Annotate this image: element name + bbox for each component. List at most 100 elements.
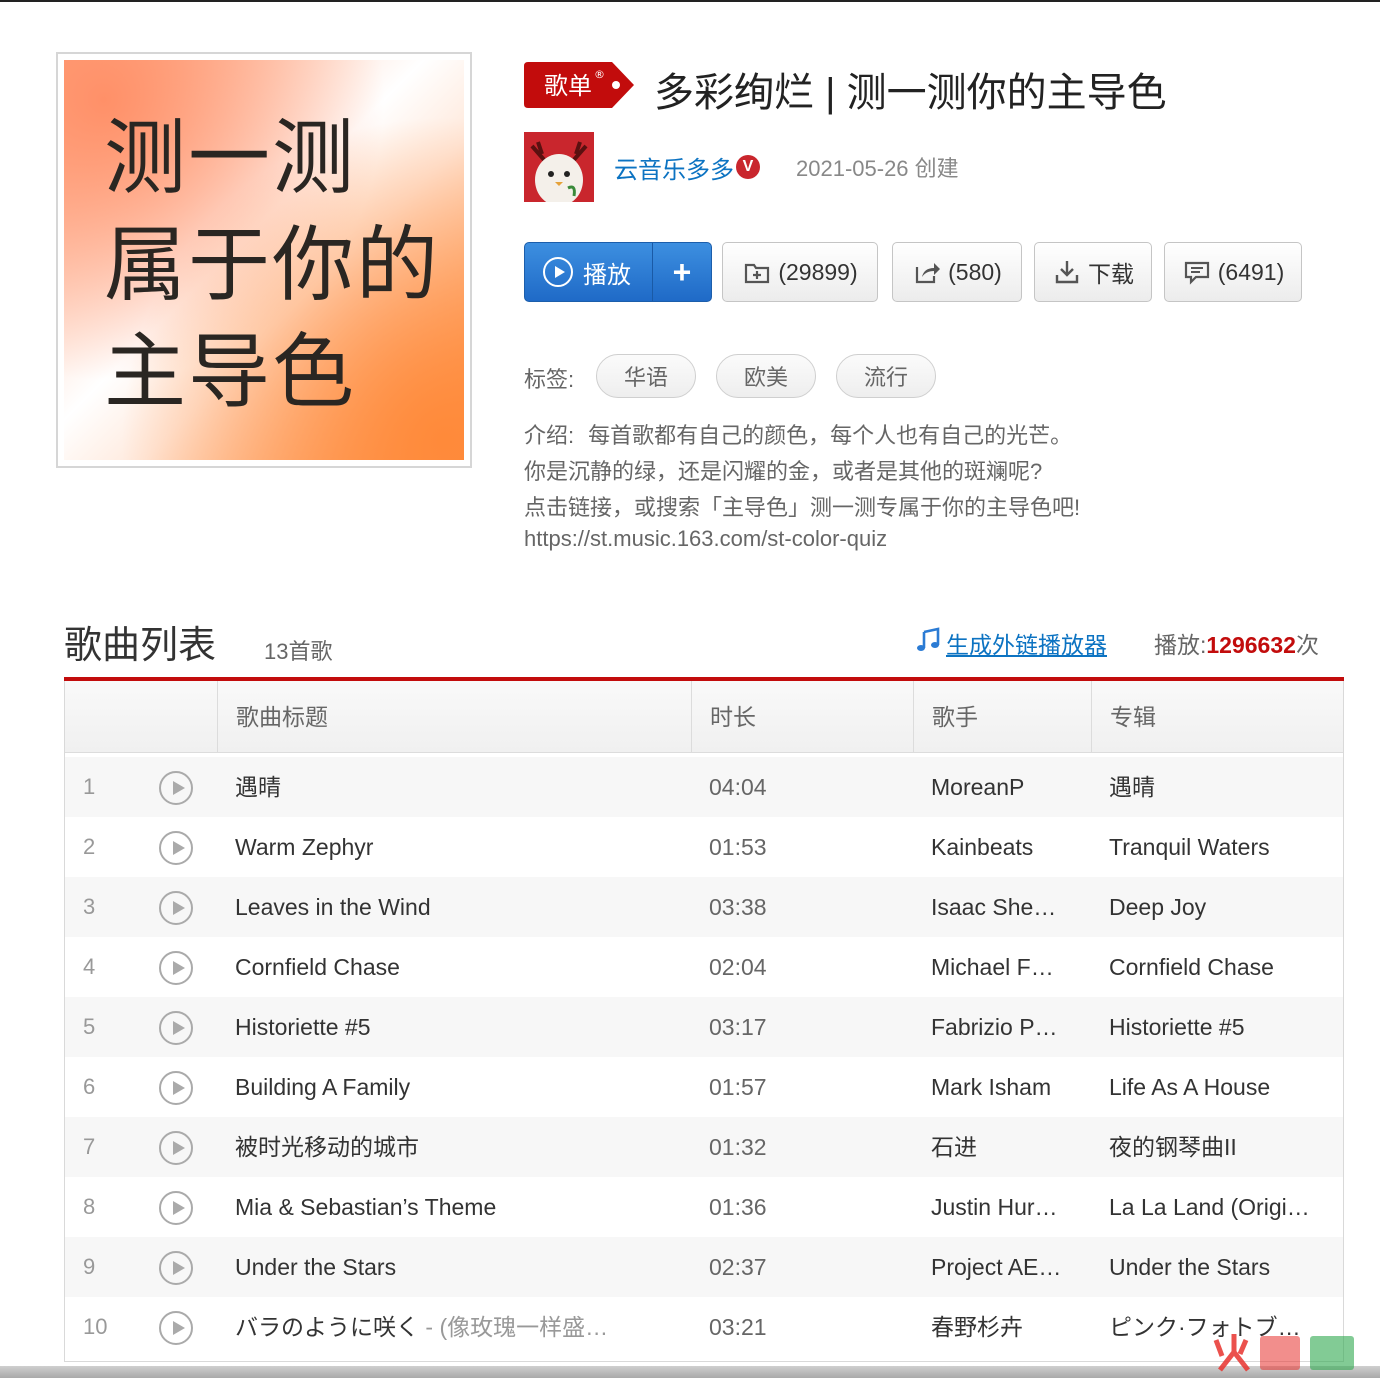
song-duration: 04:04 bbox=[709, 774, 767, 800]
song-title-link[interactable]: Cornfield Chase bbox=[235, 937, 665, 997]
album-link[interactable]: 遇晴 bbox=[1109, 757, 1323, 817]
play-icon[interactable] bbox=[159, 951, 193, 985]
play-icon[interactable] bbox=[159, 1191, 193, 1225]
artist-link[interactable]: Project AE… bbox=[931, 1237, 1071, 1297]
album-link[interactable]: Historiette #5 bbox=[1109, 997, 1323, 1057]
comment-icon bbox=[1184, 261, 1209, 285]
play-button[interactable]: 播放 bbox=[525, 243, 653, 301]
artist-link[interactable]: Fabrizio P… bbox=[931, 997, 1071, 1057]
embed-player-link[interactable]: 生成外链播放器 bbox=[946, 626, 1107, 660]
play-icon[interactable] bbox=[159, 1251, 193, 1285]
window-bottom-bar bbox=[0, 1366, 1380, 1378]
row-index: 3 bbox=[83, 894, 96, 919]
song-duration: 01:32 bbox=[709, 1134, 767, 1160]
table-row: 3 Leaves in the Wind 03:38 Isaac She… De… bbox=[65, 877, 1343, 937]
row-index: 8 bbox=[83, 1194, 96, 1219]
song-title: Building A Family bbox=[235, 1074, 411, 1100]
song-title: Leaves in the Wind bbox=[235, 894, 431, 920]
song-title-link[interactable]: バラのように咲く - (像玫瑰一样盛… bbox=[235, 1297, 665, 1357]
play-icon[interactable] bbox=[159, 891, 193, 925]
play-count: 播放:1296632次 bbox=[1154, 626, 1319, 660]
song-count: 13首歌 bbox=[264, 639, 333, 664]
created-date: 2021-05-26 创建 bbox=[796, 156, 959, 181]
tag-pop[interactable]: 流行 bbox=[836, 354, 936, 398]
play-button-group: 播放 + bbox=[524, 242, 712, 302]
song-alias: - (像玫瑰一样盛… bbox=[419, 1314, 609, 1340]
description-line3: 点击链接，或搜索「主导色」测一测专属于你的主导色吧! bbox=[524, 495, 1081, 520]
artist-link[interactable]: Michael F… bbox=[931, 937, 1071, 997]
cover-text-line1: 测一测 bbox=[104, 111, 357, 206]
playlist-cover[interactable]: 测一测 属于你的 主导色 bbox=[64, 60, 464, 460]
album-link[interactable]: 夜的钢琴曲II bbox=[1109, 1117, 1323, 1177]
tag-chinese[interactable]: 华语 bbox=[596, 354, 696, 398]
album-link[interactable]: La La Land (Origi… bbox=[1109, 1177, 1323, 1237]
artist-link[interactable]: 石进 bbox=[931, 1117, 1071, 1177]
album-link[interactable]: Life As A House bbox=[1109, 1057, 1323, 1117]
album-link[interactable]: Under the Stars bbox=[1109, 1237, 1323, 1297]
share-icon bbox=[916, 263, 941, 284]
comment-button[interactable]: (6491) bbox=[1164, 242, 1302, 302]
row-index: 7 bbox=[83, 1134, 96, 1159]
song-title-link[interactable]: Historiette #5 bbox=[235, 997, 665, 1057]
description-line1: 介绍: 每首歌都有自己的颜色，每个人也有自己的光芒。 bbox=[524, 418, 1072, 450]
download-icon bbox=[1055, 261, 1079, 284]
song-title-link[interactable]: Under the Stars bbox=[235, 1237, 665, 1297]
song-title: Mia & Sebastian’s Theme bbox=[235, 1194, 497, 1220]
share-button[interactable]: (580) bbox=[892, 242, 1022, 302]
play-count-unit: 次 bbox=[1295, 632, 1319, 658]
avatar-icon bbox=[524, 132, 594, 202]
play-icon[interactable] bbox=[159, 771, 193, 805]
album-link[interactable]: Cornfield Chase bbox=[1109, 937, 1323, 997]
play-icon[interactable] bbox=[159, 1131, 193, 1165]
playlist-badge-label: 歌单 bbox=[544, 72, 592, 100]
download-label: 下载 bbox=[1088, 261, 1134, 287]
playlist-title: 多彩绚烂 | 测一测你的主导色 bbox=[654, 71, 1167, 115]
cover-text-line3: 主导色 bbox=[104, 325, 357, 420]
row-index: 2 bbox=[83, 834, 96, 859]
artist-link[interactable]: MoreanP bbox=[931, 757, 1071, 817]
add-to-queue-button[interactable]: + bbox=[653, 243, 711, 301]
song-title-link[interactable]: 被时光移动的城市 bbox=[235, 1117, 665, 1177]
collect-button[interactable]: (29899) bbox=[722, 242, 878, 302]
row-index: 6 bbox=[83, 1074, 96, 1099]
play-count-label: 播放: bbox=[1154, 632, 1207, 658]
song-title: 遇晴 bbox=[235, 774, 281, 800]
top-border bbox=[0, 0, 1380, 2]
song-title-link[interactable]: Mia & Sebastian’s Theme bbox=[235, 1177, 665, 1237]
play-button-label: 播放 bbox=[583, 261, 631, 289]
album-link[interactable]: Deep Joy bbox=[1109, 877, 1323, 937]
watermark-logo-icon bbox=[1213, 1334, 1354, 1372]
play-icon[interactable] bbox=[159, 831, 193, 865]
row-index: 10 bbox=[83, 1314, 108, 1339]
play-icon[interactable] bbox=[159, 1071, 193, 1105]
song-table: 歌曲标题 时长 歌手 专辑 1 遇晴 04:04 MoreanP 遇晴 2 Wa… bbox=[64, 681, 1344, 1362]
column-header-title: 歌曲标题 bbox=[217, 681, 691, 753]
artist-link[interactable]: 春野杉卉 bbox=[931, 1297, 1071, 1357]
song-title-link[interactable]: Building A Family bbox=[235, 1057, 665, 1117]
song-duration: 03:17 bbox=[709, 1014, 767, 1040]
playlist-badge-shape: 歌单 ® bbox=[524, 62, 634, 108]
comment-count: (6491) bbox=[1217, 258, 1285, 285]
song-list-title: 歌曲列表 bbox=[64, 625, 217, 667]
table-row: 7 被时光移动的城市 01:32 石进 夜的钢琴曲II bbox=[65, 1117, 1343, 1177]
song-duration: 02:37 bbox=[709, 1254, 767, 1280]
song-title-link[interactable]: Warm Zephyr bbox=[235, 817, 665, 877]
album-link[interactable]: Tranquil Waters bbox=[1109, 817, 1323, 877]
row-index: 9 bbox=[83, 1254, 96, 1279]
song-title-link[interactable]: Leaves in the Wind bbox=[235, 877, 665, 937]
artist-link[interactable]: Justin Hur… bbox=[931, 1177, 1071, 1237]
download-button[interactable]: 下载 bbox=[1034, 242, 1152, 302]
play-count-value: 1296632 bbox=[1206, 632, 1296, 658]
song-title-link[interactable]: 遇晴 bbox=[235, 757, 665, 817]
play-icon[interactable] bbox=[159, 1011, 193, 1045]
svg-text:®: ® bbox=[594, 68, 605, 81]
song-duration: 01:57 bbox=[709, 1074, 767, 1100]
table-row: 2 Warm Zephyr 01:53 Kainbeats Tranquil W… bbox=[65, 817, 1343, 877]
creator-name-link[interactable]: 云音乐多多 bbox=[614, 150, 734, 185]
artist-link[interactable]: Kainbeats bbox=[931, 817, 1071, 877]
artist-link[interactable]: Isaac She… bbox=[931, 877, 1071, 937]
artist-link[interactable]: Mark Isham bbox=[931, 1057, 1071, 1117]
tag-western[interactable]: 欧美 bbox=[716, 354, 816, 398]
play-icon[interactable] bbox=[159, 1311, 193, 1345]
creator-avatar[interactable] bbox=[524, 132, 594, 202]
